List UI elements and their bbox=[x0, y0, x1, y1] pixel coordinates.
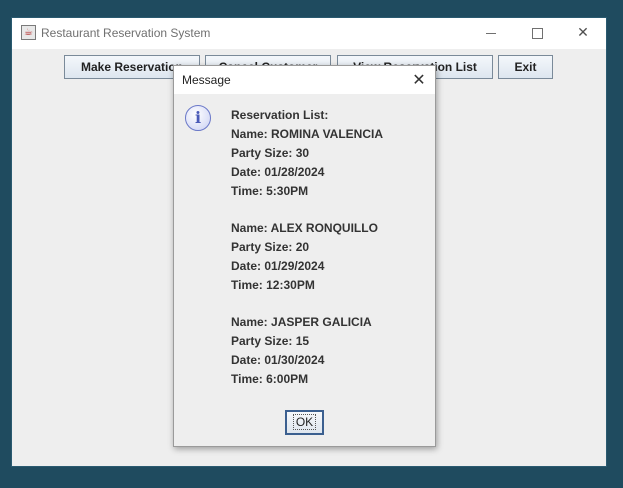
reservation-date: Date: 01/30/2024 bbox=[231, 353, 325, 367]
reservation-list-heading: Reservation List: bbox=[231, 108, 329, 122]
java-app-icon: ☕ bbox=[21, 25, 36, 40]
title-bar: ☕ Restaurant Reservation System ✕ bbox=[12, 18, 606, 49]
reservation-time: Time: 5:30PM bbox=[231, 184, 309, 198]
reservation-party-size: Party Size: 20 bbox=[231, 240, 310, 254]
ok-button[interactable]: OK bbox=[285, 410, 324, 435]
close-window-button[interactable]: ✕ bbox=[560, 18, 606, 49]
close-icon: ✕ bbox=[577, 25, 589, 41]
reservation-time: Time: 12:30PM bbox=[231, 278, 315, 292]
dialog-title-bar: Message ✕ bbox=[174, 66, 435, 94]
reservation-name: Name: ALEX RONQUILLO bbox=[231, 221, 378, 235]
maximize-button[interactable] bbox=[514, 18, 560, 49]
reservation-time: Time: 6:00PM bbox=[231, 372, 309, 386]
reservation-party-size: Party Size: 30 bbox=[231, 146, 310, 160]
reservation-name: Name: ROMINA VALENCIA bbox=[231, 127, 384, 141]
close-icon: ✕ bbox=[412, 70, 426, 89]
message-dialog: Message ✕ i Reservation List: Name: ROMI… bbox=[173, 65, 436, 447]
dialog-close-button[interactable]: ✕ bbox=[409, 70, 429, 90]
dialog-title: Message bbox=[182, 73, 231, 87]
reservation-name: Name: JASPER GALICIA bbox=[231, 315, 372, 329]
ok-label: OK bbox=[292, 414, 317, 430]
reservation-date: Date: 01/29/2024 bbox=[231, 259, 325, 273]
exit-button[interactable]: Exit bbox=[498, 55, 553, 79]
window-title: Restaurant Reservation System bbox=[41, 26, 211, 40]
reservation-date: Date: 01/28/2024 bbox=[231, 165, 325, 179]
reservation-party-size: Party Size: 15 bbox=[231, 334, 310, 348]
maximize-icon bbox=[531, 27, 543, 39]
minimize-icon bbox=[486, 32, 496, 34]
reservation-list-message: Reservation List: Name: ROMINA VALENCIA … bbox=[231, 106, 431, 389]
minimize-button[interactable] bbox=[468, 18, 514, 49]
info-icon: i bbox=[185, 105, 211, 131]
